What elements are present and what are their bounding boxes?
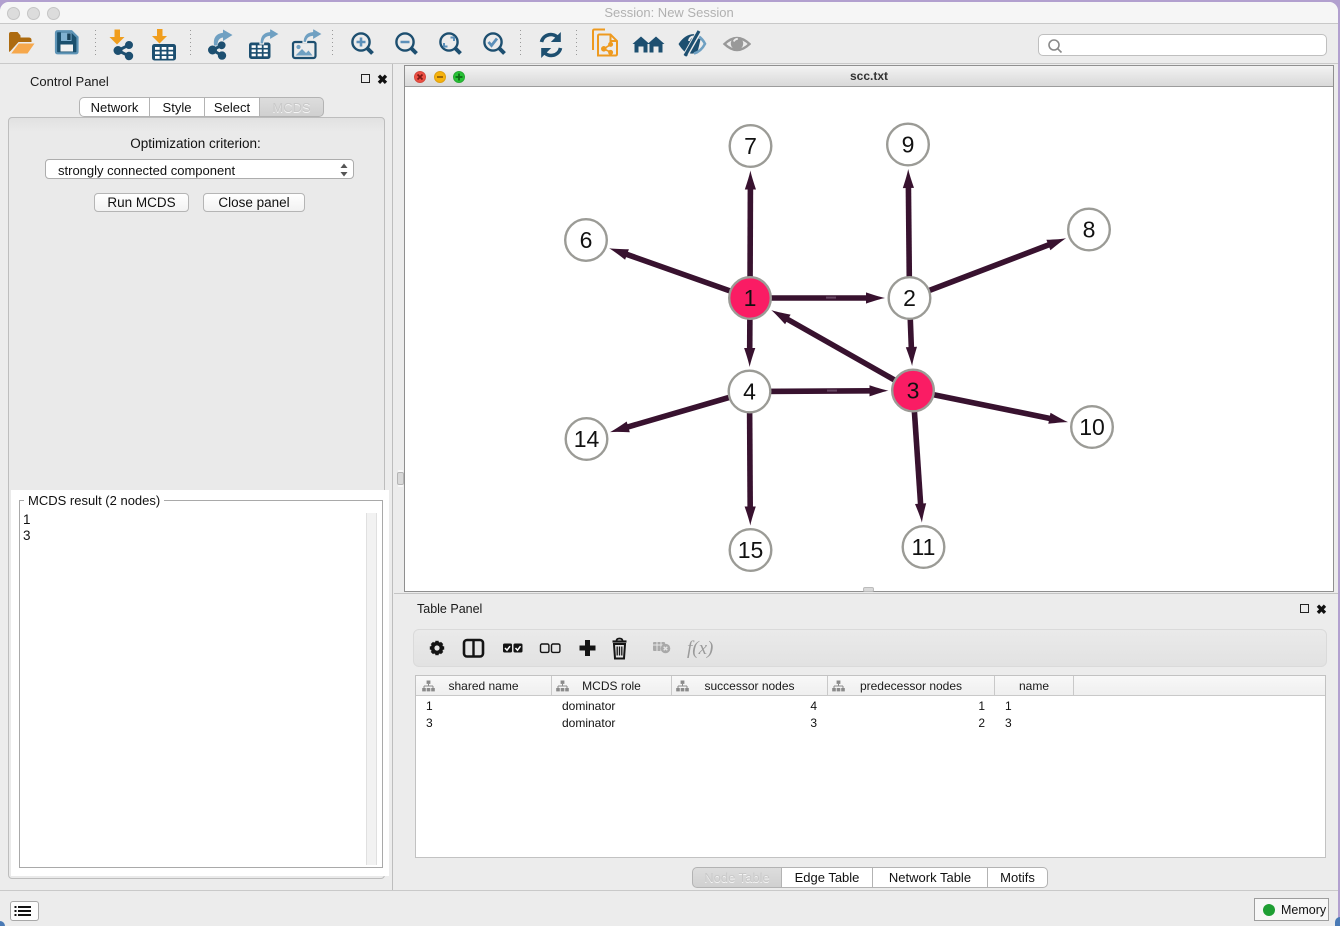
svg-text:9: 9 bbox=[902, 132, 915, 158]
svg-text:10: 10 bbox=[1079, 414, 1105, 440]
svg-text:8: 8 bbox=[1083, 217, 1096, 243]
svg-text:14: 14 bbox=[574, 426, 600, 452]
svg-text:f(x): f(x) bbox=[687, 638, 713, 659]
svg-text:11: 11 bbox=[912, 534, 936, 560]
svg-text:1: 1 bbox=[744, 285, 757, 311]
svg-text:6: 6 bbox=[580, 227, 593, 253]
svg-text:2: 2 bbox=[903, 285, 916, 311]
svg-text:4: 4 bbox=[743, 379, 756, 405]
svg-text:15: 15 bbox=[738, 537, 764, 563]
svg-text:7: 7 bbox=[744, 133, 757, 159]
svg-text:3: 3 bbox=[907, 378, 920, 404]
